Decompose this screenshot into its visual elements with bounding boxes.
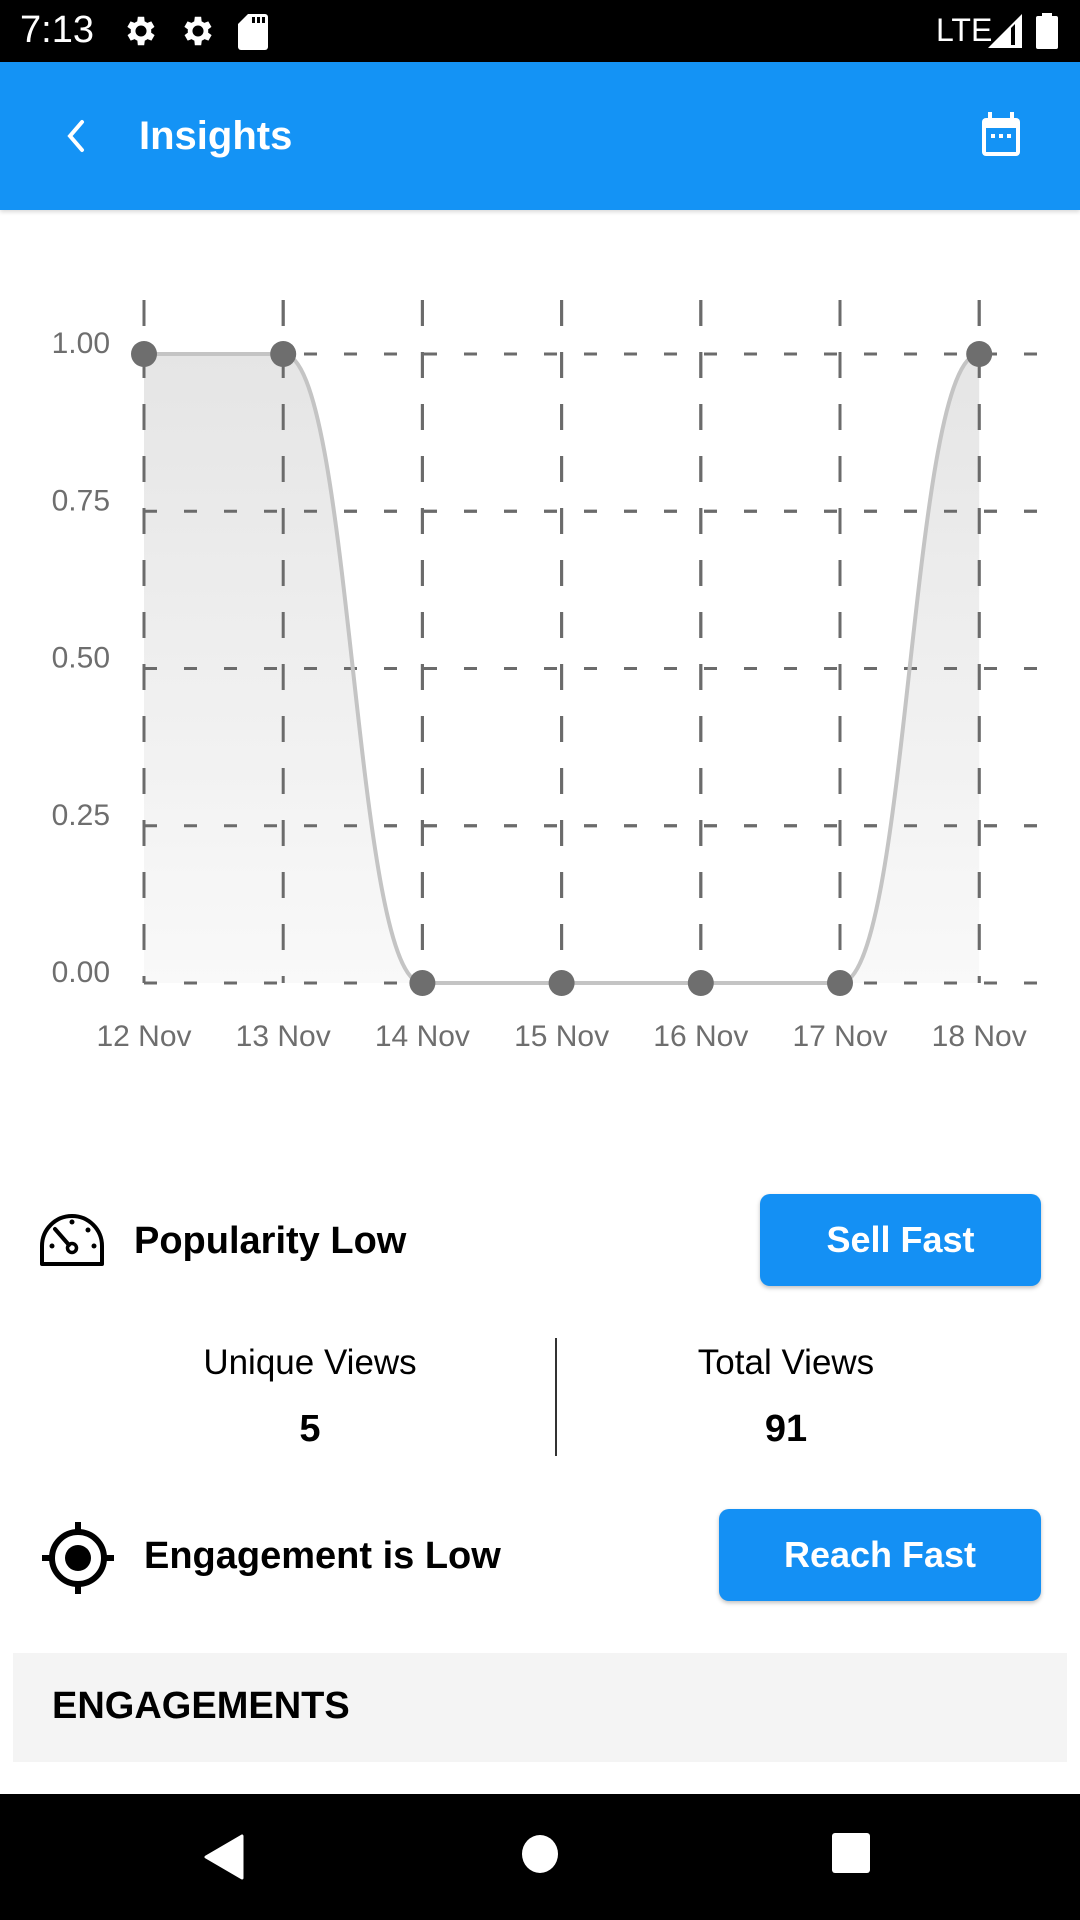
speedometer-icon [40, 1214, 104, 1266]
nav-home-icon[interactable] [521, 1834, 559, 1874]
data-point [966, 341, 993, 367]
x-tick-label: 14 Nov [375, 1020, 470, 1053]
target-icon [42, 1522, 114, 1594]
y-tick-label: 0.50 [52, 642, 110, 675]
data-point [687, 970, 714, 996]
data-point [131, 341, 157, 367]
data-point [827, 970, 853, 996]
popularity-row: Popularity Low Sell Fast [0, 1190, 1080, 1300]
y-tick-label: 0.75 [52, 484, 110, 517]
settings-icon [184, 16, 212, 46]
x-tick-label: 12 Nov [96, 1020, 191, 1053]
data-point [270, 341, 297, 367]
network-type: LTE [936, 12, 993, 48]
engagements-section-header: ENGAGEMENTS [13, 1653, 1067, 1762]
popularity-chart: 0.00 0.25 0.50 0.75 1.00 12 Nov 13 Nov 14 Nov 1… [52, 300, 1064, 1053]
nav-back-icon[interactable] [202, 1834, 246, 1880]
popularity-label: Popularity Low [134, 1220, 407, 1262]
settings-icon [127, 16, 155, 46]
page-title: Insights [139, 114, 293, 158]
y-tick-label: 0.00 [52, 956, 110, 989]
nav-recents-icon[interactable] [831, 1832, 871, 1874]
signal-icon [988, 14, 1022, 48]
engagement-row: Engagement is Low Reach Fast [0, 1505, 1080, 1615]
reach-fast-button[interactable]: Reach Fast [719, 1509, 1041, 1601]
x-tick-label: 18 Nov [932, 1020, 1027, 1053]
unique-views-value: 5 [299, 1408, 321, 1450]
app-bar: Insights [0, 62, 1080, 210]
section-title: ENGAGEMENTS [52, 1685, 350, 1727]
status-bar: 7:13 LTE [0, 0, 1080, 62]
sell-fast-button[interactable]: Sell Fast [760, 1194, 1041, 1286]
x-tick-label: 17 Nov [792, 1020, 887, 1053]
data-point [409, 970, 436, 996]
calendar-icon[interactable] [974, 110, 1028, 164]
x-tick-label: 15 Nov [514, 1020, 609, 1053]
battery-icon [1036, 13, 1058, 49]
status-time: 7:13 [20, 9, 94, 51]
total-views-value: 91 [764, 1408, 808, 1450]
y-tick-label: 0.25 [52, 799, 110, 832]
unique-views-label: Unique Views [203, 1343, 417, 1382]
sd-card-icon [238, 14, 268, 50]
arrow-back-icon[interactable] [48, 106, 108, 166]
y-tick-label: 1.00 [52, 327, 110, 360]
data-point [548, 970, 575, 996]
engagement-label: Engagement is Low [144, 1535, 501, 1577]
x-tick-label: 13 Nov [236, 1020, 331, 1053]
x-tick-label: 16 Nov [653, 1020, 748, 1053]
total-views-label: Total Views [697, 1343, 875, 1382]
stats-divider [555, 1338, 557, 1456]
navigation-bar [0, 1794, 1080, 1920]
